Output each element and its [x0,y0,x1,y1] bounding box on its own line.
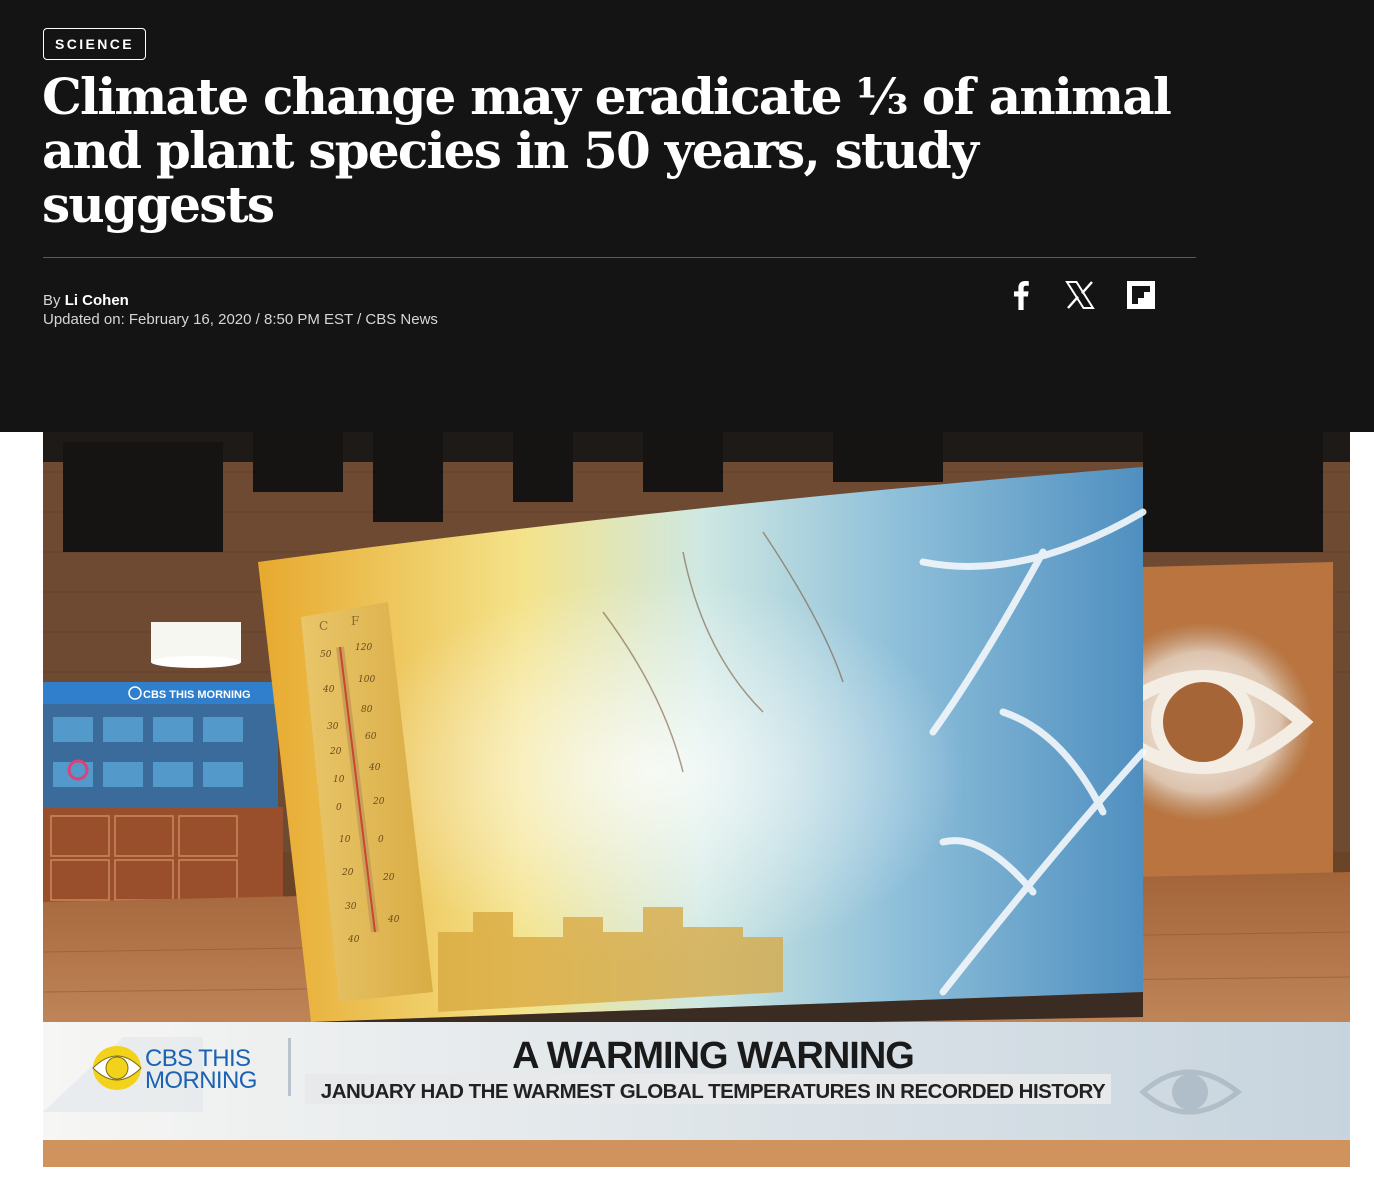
celsius-tick: 0 [336,803,342,813]
celsius-tick: 50 [320,650,332,660]
fahrenheit-tick: 0 [378,835,384,845]
flipboard-icon [1127,281,1155,309]
share-x-button[interactable] [1063,278,1097,312]
header-divider [43,257,1196,258]
celsius-tick: 30 [345,902,357,912]
share-facebook-button[interactable] [1004,278,1038,312]
celsius-tick: 10 [339,835,351,845]
fahrenheit-tick: 120 [355,643,372,653]
share-flipboard-button[interactable] [1124,278,1158,312]
fahrenheit-unit: F [351,614,359,628]
fahrenheit-tick: 100 [358,675,375,685]
fahrenheit-tick: 60 [365,732,377,742]
fahrenheit-tick: 80 [361,705,373,715]
studio-video-wall: C F 50 40 30 20 10 0 10 20 30 40 120 100… [258,467,1147,1032]
cbs-this-morning-logo: CBS THIS MORNING [92,1045,257,1094]
celsius-tick: 20 [329,747,342,757]
lower-third-banner: CBS THIS MORNING A WARMING WARNING JANUA… [43,1022,1350,1140]
celsius-tick: 10 [333,775,345,785]
x-icon [1065,281,1095,309]
celsius-tick: 30 [327,722,339,732]
fahrenheit-tick: 40 [387,915,400,925]
celsius-tick: 40 [347,935,360,945]
celsius-tick: 20 [341,868,354,878]
article-headline: Climate change may eradicate ⅓ of animal… [42,67,1172,234]
set-sign: CBS THIS MORNING [143,689,251,701]
lower-third-title: A WARMING WARNING [512,1035,914,1077]
facebook-icon [1014,281,1029,310]
updated-timestamp: Updated on: February 16, 2020 / 8:50 PM … [43,311,438,328]
fahrenheit-tick: 40 [368,763,381,773]
article-header: SCIENCE Climate change may eradicate ⅓ o… [0,0,1374,432]
celsius-unit: C [319,619,328,633]
author-link[interactable]: Li Cohen [65,292,129,309]
celsius-tick: 40 [322,685,335,695]
fahrenheit-tick: 20 [372,797,385,807]
section-badge-link[interactable]: SCIENCE [43,28,147,60]
byline-prefix: By [43,292,61,309]
byline: By Li Cohen [43,291,129,310]
fahrenheit-tick: 20 [382,873,395,883]
article-lead-video[interactable]: CBS THIS MORNING C F 50 40 30 20 10 0 10… [43,432,1350,1167]
lower-third-subtitle: JANUARY HAD THE WARMEST GLOBAL TEMPERATU… [321,1080,1106,1103]
show-logo-line2: MORNING [145,1067,257,1094]
